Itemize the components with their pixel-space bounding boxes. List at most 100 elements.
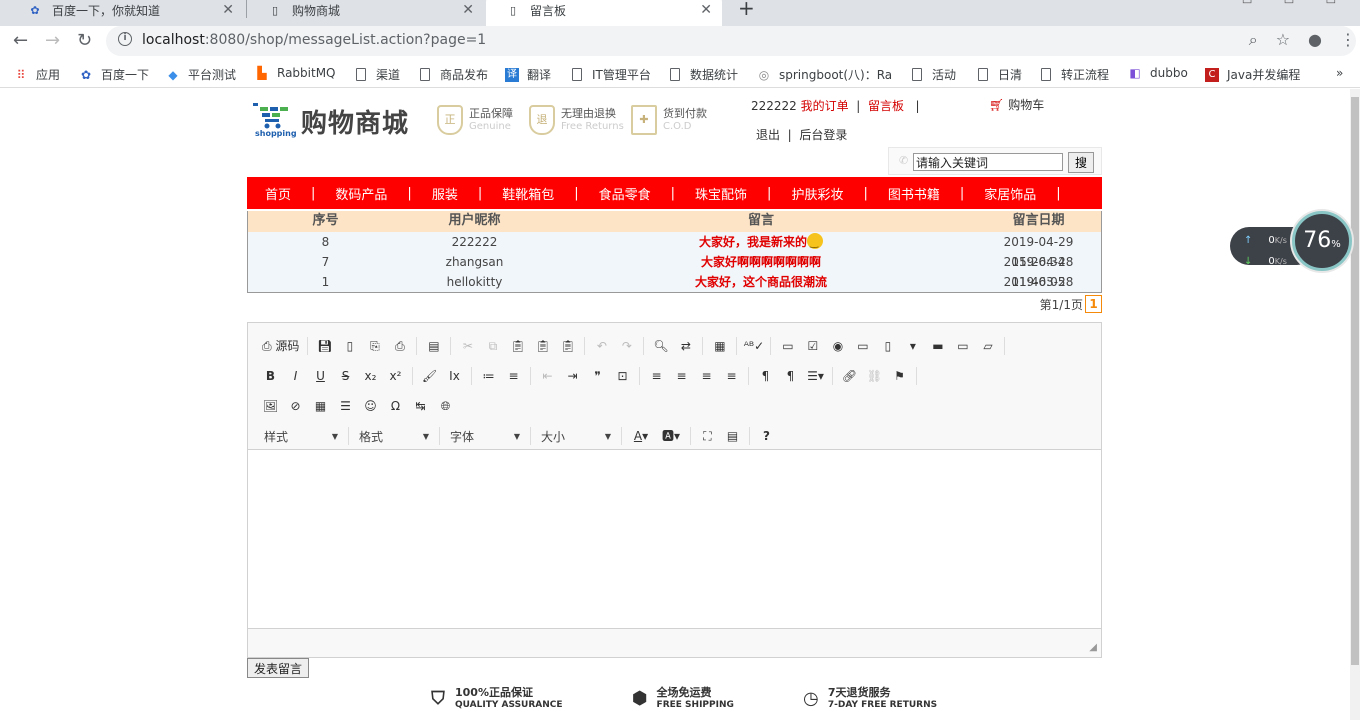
rtl-icon[interactable]: ¶ (778, 365, 803, 387)
preview-icon[interactable]: ⎘ (362, 335, 387, 357)
scrollbar-thumb[interactable] (1351, 97, 1359, 665)
ltr-icon[interactable]: ¶ (753, 365, 778, 387)
textarea-icon[interactable]: ▯ (875, 335, 900, 357)
search-input[interactable] (913, 153, 1063, 171)
netspeed-widget[interactable]: ↑ 0K/s ↓ 0K/s 76% (1230, 211, 1352, 271)
numbered-list-icon[interactable]: ≔ (476, 365, 501, 387)
back-icon[interactable]: ← (13, 30, 28, 51)
find-icon[interactable]: 🔍︎ (648, 335, 673, 357)
flash-icon[interactable]: ⊘ (283, 395, 308, 417)
paste-word-icon[interactable]: 📋︎ (555, 335, 580, 357)
align-right-icon[interactable]: ≡ (694, 365, 719, 387)
nav-item-home[interactable]: 首页 (265, 184, 291, 203)
unlink-icon[interactable]: ⛓ (862, 365, 887, 387)
nav-item-shoes-bags[interactable]: 鞋靴箱包 (502, 184, 554, 203)
styles-dropdown[interactable]: 样式 ▼ (258, 425, 344, 447)
bookmark-regularization[interactable]: 转正流程 (1041, 66, 1109, 83)
bookmark-platform-test[interactable]: ◆ 平台测试 (166, 66, 236, 83)
bookmark-star-icon[interactable]: ☆ (1276, 30, 1290, 50)
bookmark-product-publish[interactable]: 商品发布 (420, 66, 488, 83)
bookmark-dubbo[interactable]: ◧ dubbo (1128, 66, 1187, 80)
bold-icon[interactable]: B (258, 365, 283, 387)
language-icon[interactable]: ☰▾ (803, 365, 828, 387)
bulleted-list-icon[interactable]: ≡ (501, 365, 526, 387)
bookmarks-overflow-icon[interactable]: » (1336, 66, 1343, 80)
nav-item-books[interactable]: 图书书籍 (888, 184, 940, 203)
paste-icon[interactable]: 📋︎ (505, 335, 530, 357)
iframe-icon[interactable]: 🌐︎ (433, 395, 458, 417)
replace-icon[interactable]: ⇄ (673, 335, 698, 357)
bookmark-apps[interactable]: ⠿ 应用 (14, 66, 60, 83)
cut-icon[interactable]: ✂ (455, 335, 480, 357)
subscript-icon[interactable]: x₂ (358, 365, 383, 387)
remove-format-icon[interactable]: Ix (442, 365, 467, 387)
hidden-field-icon[interactable]: ▱ (975, 335, 1000, 357)
address-bar[interactable]: i localhost:8080/shop/messageList.action… (106, 26, 1356, 56)
show-blocks-icon[interactable]: ▤ (720, 425, 745, 447)
outdent-icon[interactable]: ⇤ (535, 365, 560, 387)
cart-link[interactable]: 🛒︎ 购物车 (989, 96, 1044, 113)
image-button-icon[interactable]: ▭ (950, 335, 975, 357)
select-all-icon[interactable]: ▦ (707, 335, 732, 357)
bookmark-channel[interactable]: 渠道 (356, 66, 400, 83)
form-icon[interactable]: ▭ (775, 335, 800, 357)
bookmark-springboot[interactable]: ◎ springboot(八)：Ra (757, 66, 892, 83)
page-scrollbar[interactable] (1350, 89, 1360, 720)
redo-icon[interactable]: ↷ (614, 335, 639, 357)
my-orders-link[interactable]: 我的订单 (801, 99, 849, 113)
search-button[interactable]: 搜 (1068, 152, 1094, 173)
textfield-icon[interactable]: ▭ (850, 335, 875, 357)
blockquote-icon[interactable]: ❞ (585, 365, 610, 387)
profile-icon[interactable]: ● (1308, 30, 1322, 50)
close-icon[interactable]: ✕ (222, 2, 234, 18)
resize-grip-icon[interactable]: ◢ (1089, 642, 1097, 653)
window-controls[interactable]: ▭ ▭ ▭ (1242, 0, 1350, 7)
menu-icon[interactable]: ⋮ (1340, 30, 1356, 50)
save-icon[interactable]: 💾︎ (312, 335, 337, 357)
checkbox-icon[interactable]: ☑ (800, 335, 825, 357)
zoom-icon[interactable]: ⌕ (1249, 30, 1258, 50)
format-dropdown[interactable]: 格式 ▼ (353, 425, 435, 447)
bookmark-statistics[interactable]: 数据统计 (670, 66, 738, 83)
admin-login-link[interactable]: 后台登录 (799, 128, 847, 142)
font-dropdown[interactable]: 字体 ▼ (444, 425, 526, 447)
reload-icon[interactable]: ↻ (77, 30, 92, 51)
table-icon[interactable]: ▦ (308, 395, 333, 417)
div-icon[interactable]: ⊡ (610, 365, 635, 387)
close-icon[interactable]: ✕ (700, 2, 712, 18)
logout-link[interactable]: 退出 (756, 128, 780, 142)
new-page-icon[interactable]: ▯ (337, 335, 362, 357)
undo-icon[interactable]: ↶ (589, 335, 614, 357)
button-icon[interactable]: ▬ (925, 335, 950, 357)
print-icon[interactable]: ⎙ (387, 335, 412, 357)
image-icon[interactable]: 🖼︎ (258, 395, 283, 417)
bookmark-it-admin[interactable]: IT管理平台 (572, 66, 651, 83)
text-color-icon[interactable]: A▾ (626, 425, 656, 447)
bookmark-translate[interactable]: 译 翻译 (505, 66, 551, 83)
italic-icon[interactable]: I (283, 365, 308, 387)
strikethrough-icon[interactable]: S (333, 365, 358, 387)
paste-text-icon[interactable]: 📋︎ (530, 335, 555, 357)
tab-message-board[interactable]: ▯ 留言板 ✕ (486, 0, 722, 26)
close-icon[interactable]: ✕ (462, 2, 474, 18)
forward-icon[interactable]: → (45, 30, 60, 51)
spellcheck-icon[interactable]: ᴬᴮ✓ (741, 335, 766, 357)
superscript-icon[interactable]: x² (383, 365, 408, 387)
nav-item-cosmetics[interactable]: 护肤彩妆 (791, 184, 843, 203)
bookmark-baidu[interactable]: ✿ 百度一下 (79, 66, 149, 83)
url-text[interactable]: localhost:8080/shop/messageList.action?p… (142, 32, 486, 48)
post-message-button[interactable]: 发表留言 (247, 658, 310, 678)
copy-icon[interactable]: ⧉ (480, 335, 505, 357)
help-icon[interactable]: ? (754, 425, 779, 447)
maximize-icon[interactable]: ⛶ (695, 425, 720, 447)
smiley-icon[interactable]: ☺ (358, 395, 383, 417)
template-icon[interactable]: ▤ (421, 335, 446, 357)
nav-item-home-decor[interactable]: 家居饰品 (984, 184, 1036, 203)
size-dropdown[interactable]: 大小 ▼ (535, 425, 617, 447)
bookmark-daily[interactable]: 日清 (978, 66, 1022, 83)
new-tab-button[interactable]: + (738, 0, 755, 20)
link-icon[interactable]: 🔗︎ (837, 365, 862, 387)
page-1-link[interactable]: 1 (1085, 295, 1102, 313)
source-button[interactable]: ⎙ 源码 (258, 335, 303, 357)
tab-baidu[interactable]: ✿ 百度一下，你就知道 ✕ (8, 0, 244, 26)
